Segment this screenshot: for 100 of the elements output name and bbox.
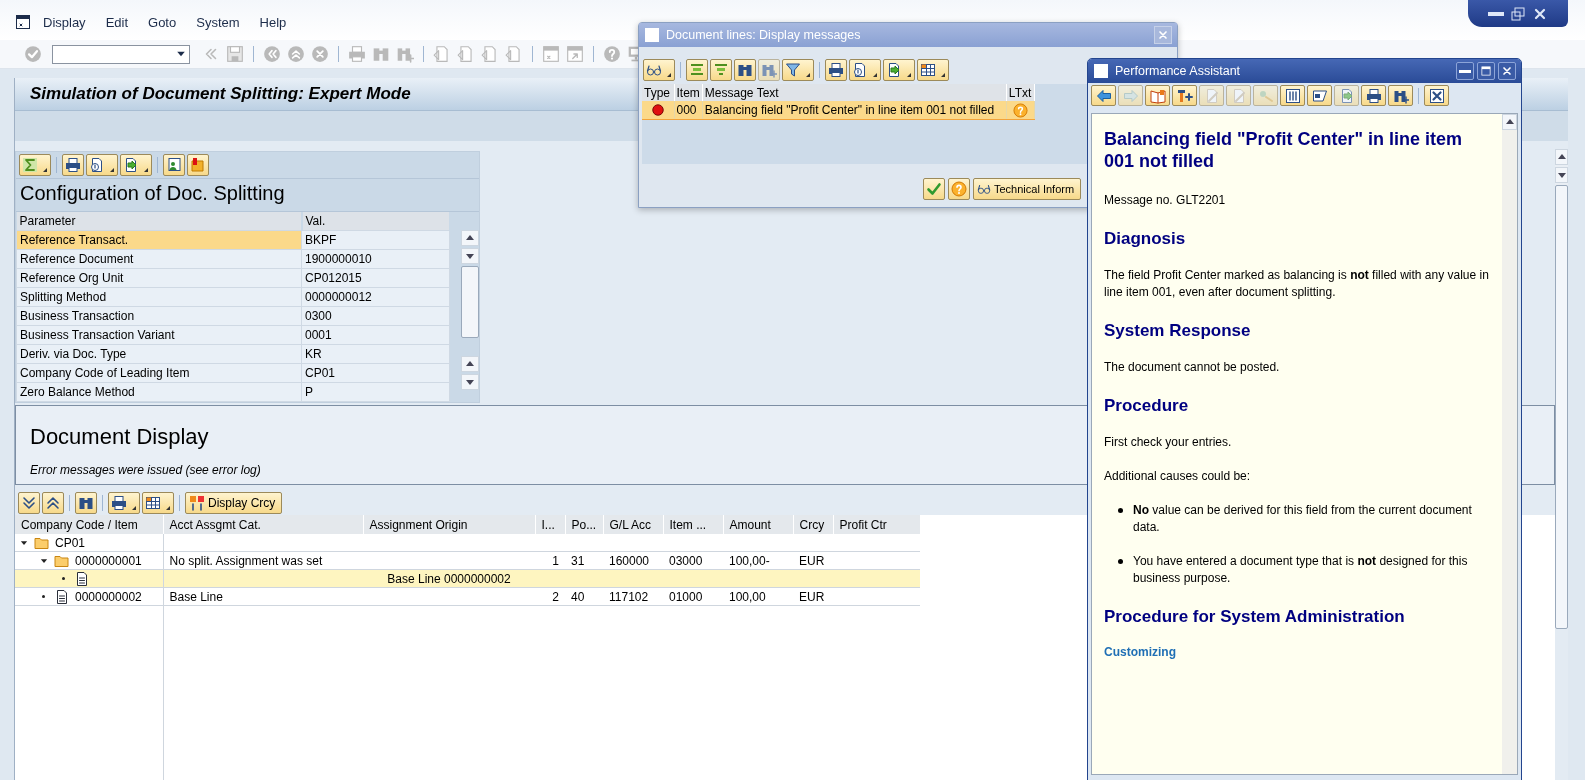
search-button[interactable] [734, 59, 756, 81]
menu-item[interactable]: Help [259, 14, 287, 30]
binoculars-plus-icon [761, 62, 777, 78]
column-header[interactable]: Item [674, 84, 703, 101]
save-icon[interactable] [226, 45, 244, 63]
help-icon[interactable] [1012, 102, 1028, 118]
column-header[interactable]: Item ... [663, 515, 723, 534]
vertical-scrollbar[interactable] [1555, 149, 1568, 629]
table-row[interactable]: CP01 [15, 534, 920, 552]
customizing-link[interactable]: Customizing [1104, 645, 1176, 659]
table-row[interactable]: Base Line 0000000002 [15, 569, 920, 588]
details-icon [89, 157, 105, 173]
message-text: Balancing field "Profit Center" in line item 001 not filled [704, 103, 995, 117]
columns-icon [1284, 87, 1301, 104]
columns-button[interactable] [1280, 85, 1305, 106]
restore-icon[interactable] [1510, 5, 1526, 22]
error-icon [650, 103, 665, 117]
export-button[interactable] [883, 59, 915, 81]
menu-item[interactable]: Edit [105, 14, 129, 30]
cancel-icon[interactable] [311, 45, 329, 63]
print-button[interactable] [1361, 85, 1386, 106]
column-header[interactable]: Amount [723, 515, 793, 534]
enter-icon[interactable] [24, 45, 42, 63]
views-button[interactable] [86, 154, 118, 176]
column-header[interactable]: Acct Assgmt Cat. [163, 515, 363, 534]
system-menu-icon[interactable] [15, 14, 31, 30]
item-number: 000 [676, 103, 697, 117]
maximize-button[interactable] [1477, 62, 1495, 80]
column-header[interactable]: LTxt [1006, 84, 1035, 101]
table-cell-text: No split. Assignment was set [169, 553, 323, 568]
printer-icon[interactable] [348, 45, 366, 63]
display-currency-button[interactable]: Display Crcy [185, 492, 283, 514]
export-button[interactable] [120, 154, 152, 176]
column-header[interactable]: Assignment Origin [363, 515, 535, 534]
minimize-button[interactable] [1456, 62, 1474, 80]
confirm-button[interactable] [923, 178, 945, 200]
views-button[interactable] [849, 59, 881, 81]
back-button[interactable] [1091, 85, 1116, 106]
help-icon [951, 181, 967, 197]
filter-button[interactable] [782, 59, 814, 81]
new-session-icon[interactable] [542, 45, 560, 63]
back-icon[interactable] [263, 45, 281, 63]
close-button[interactable] [1424, 85, 1449, 106]
column-header[interactable]: Parameter [16, 212, 302, 231]
tree-node-label[interactable]: CP01 [55, 535, 86, 550]
print-button[interactable] [62, 154, 84, 176]
section-heading: Procedure for System Administration [1104, 607, 1406, 627]
total-button[interactable] [19, 154, 51, 176]
search-button[interactable] [75, 492, 97, 514]
menu-item[interactable]: Display [43, 14, 86, 30]
column-header[interactable]: Val. [301, 212, 450, 231]
table-row[interactable]: 0000000002 Base Line 2 40 117102 01000 100,00 EUR [15, 587, 920, 606]
tree-node-label[interactable]: 0000000001 [75, 553, 142, 568]
column-header[interactable]: Crcy [793, 515, 833, 534]
section-heading: System Response [1104, 321, 1252, 341]
column-header[interactable]: G/L Acc [603, 515, 663, 534]
help-icon[interactable] [603, 45, 621, 63]
menu-item[interactable]: System [196, 14, 240, 30]
toggle-button[interactable] [1307, 85, 1332, 106]
close-icon [1428, 87, 1445, 104]
minimize-icon[interactable] [1488, 11, 1504, 16]
table-cell-text: 40 [571, 589, 585, 604]
tree-node-label[interactable]: 0000000002 [75, 589, 142, 604]
settings-button[interactable] [163, 154, 185, 176]
error-log-button[interactable] [187, 154, 209, 176]
table-cell[interactable]: Reference Transact. [16, 230, 302, 250]
help-title: Balancing field "Profit Center" in line item 001 not filled [1104, 128, 1464, 172]
column-header[interactable]: Type [642, 84, 674, 101]
export-icon [886, 62, 902, 78]
print-button[interactable] [825, 59, 847, 81]
column-header[interactable]: Profit Ctr [833, 515, 920, 534]
column-header[interactable]: Message Text [702, 84, 1007, 101]
sort-descending-button[interactable] [710, 59, 732, 81]
details-button[interactable] [643, 59, 675, 81]
menu-item[interactable]: Goto [148, 14, 177, 30]
layout-button[interactable] [917, 59, 949, 81]
shortcut-icon[interactable] [566, 45, 584, 63]
maximize-icon [1480, 65, 1492, 77]
sort-ascending-button[interactable] [686, 59, 708, 81]
collapse-all-button[interactable] [42, 492, 64, 514]
expand-all-button[interactable] [18, 492, 40, 514]
close-icon [1157, 29, 1169, 41]
layout-button[interactable] [142, 492, 174, 514]
search-button[interactable] [1388, 85, 1413, 106]
tools-button[interactable] [1172, 85, 1197, 106]
column-header[interactable]: Po... [565, 515, 603, 534]
column-header[interactable]: I... [535, 515, 565, 534]
command-field[interactable] [52, 44, 190, 64]
technical-information-button[interactable]: Technical Inform [973, 178, 1082, 200]
column-header[interactable]: Company Code / Item [15, 515, 163, 534]
table-row[interactable]: 0000000001 No split. Assignment was set 1 31 160000 03000 100,00- EUR [15, 551, 920, 570]
print-button[interactable] [108, 492, 140, 514]
vertical-scrollbar[interactable] [1502, 114, 1517, 774]
check-icon [926, 181, 942, 197]
table-cell-text: 100,00- [729, 553, 770, 568]
help-button[interactable] [948, 178, 970, 200]
book-button[interactable] [1145, 85, 1170, 106]
close-button[interactable] [1498, 62, 1516, 80]
layout-grid-icon [920, 62, 936, 78]
table-cell-text: 1 [552, 553, 559, 568]
